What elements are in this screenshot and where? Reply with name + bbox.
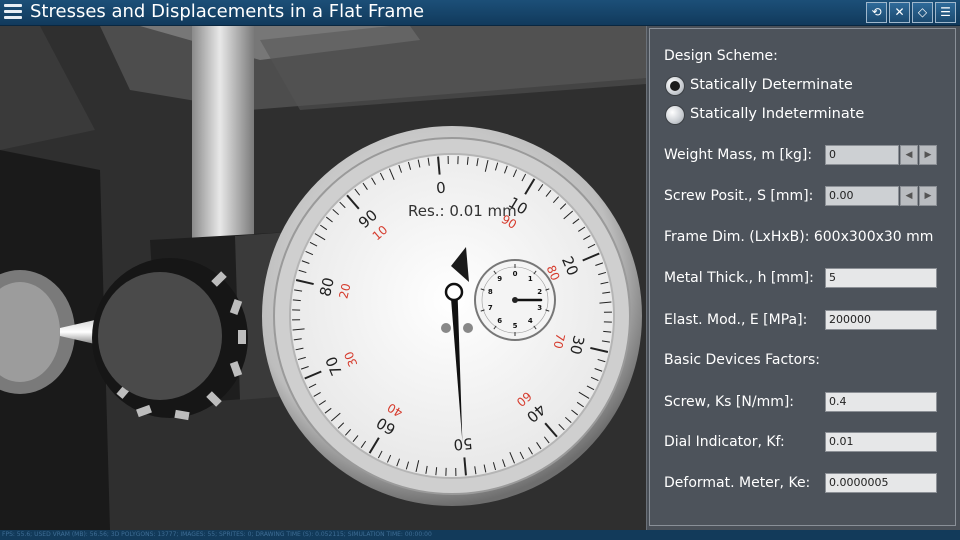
- screw-position-decrease-button[interactable]: ◀: [900, 186, 918, 206]
- dial-number-label: 3: [537, 304, 543, 313]
- radio-statically-indeterminate[interactable]: [666, 106, 684, 124]
- dial-number-label: 6: [497, 317, 503, 326]
- arrow-left-icon: ◀: [905, 150, 913, 160]
- elastic-modulus-label: Elast. Mod., E [MPa]:: [664, 312, 808, 328]
- screw-position-input[interactable]: 0.00: [825, 186, 899, 206]
- dial-number-label: 5: [512, 322, 518, 330]
- screw-factor-label: Screw, Ks [N/mm]:: [664, 394, 795, 410]
- screw-factor-input[interactable]: 0.4: [825, 392, 937, 412]
- list-settings-button[interactable]: ☰: [935, 2, 956, 23]
- metal-thickness-label: Metal Thick., h [mm]:: [664, 270, 814, 286]
- dial-number-label: 1: [527, 274, 533, 283]
- arrow-right-icon: ▶: [924, 150, 932, 160]
- dial-indicator-factor-label: Dial Indicator, Kf:: [664, 434, 785, 450]
- title-bar: Stresses and Displacements in a Flat Fra…: [0, 0, 960, 26]
- dial-number-label: 0: [512, 270, 518, 278]
- erase-icon: ◇: [917, 5, 928, 19]
- sound-mute-icon: ✕: [894, 5, 905, 19]
- radio-statically-determinate[interactable]: [666, 77, 684, 95]
- weight-mass-decrease-button[interactable]: ◀: [900, 145, 918, 165]
- dial-number-label: 7: [487, 304, 493, 313]
- radio-label-statically-indeterminate[interactable]: Statically Indeterminate: [690, 106, 864, 122]
- weight-mass-label: Weight Mass, m [kg]:: [664, 147, 813, 163]
- dial-number-label: 2: [537, 287, 543, 296]
- list-settings-icon: ☰: [940, 5, 951, 19]
- frame-dimensions-label: Frame Dim. (LxHxB): 600x300x30 mm: [664, 229, 934, 245]
- dial-number-label: 9: [497, 274, 503, 283]
- arrow-left-icon: ◀: [905, 191, 913, 201]
- screw-position-increase-button[interactable]: ▶: [919, 186, 937, 206]
- 3d-scene-view[interactable]: 0 10 20 30 40 50 60 70 80 90 10 20 30 40 60 70 80 90 0 1 2 3 4…: [0, 26, 646, 530]
- dial-number-label: 50: [452, 433, 474, 454]
- screw-position-label: Screw Posit., S [mm]:: [664, 188, 814, 204]
- main-needle-hub: [444, 282, 464, 302]
- reset-view-icon: ⟲: [871, 5, 882, 19]
- reset-view-button[interactable]: ⟲: [866, 2, 887, 23]
- status-bar: FPS: 55.6; USED VRAM (MB): 56.56; 3D POL…: [0, 530, 960, 540]
- dial-number-label: 4: [527, 317, 533, 326]
- metal-thickness-input[interactable]: 5: [825, 268, 937, 288]
- app-title: Stresses and Displacements in a Flat Fra…: [30, 1, 425, 22]
- erase-button[interactable]: ◇: [912, 2, 933, 23]
- dial-number-label: 30: [565, 333, 588, 357]
- radio-label-statically-determinate[interactable]: Statically Determinate: [690, 77, 853, 93]
- basic-devices-factors-label: Basic Devices Factors:: [664, 352, 821, 368]
- dial-number-label: 8: [487, 287, 493, 296]
- dial-indicator-factor-input[interactable]: 0.01: [825, 432, 937, 452]
- dial-number-label: 0: [435, 179, 447, 198]
- elastic-modulus-input[interactable]: 200000: [825, 310, 937, 330]
- design-scheme-label: Design Scheme:: [664, 48, 778, 64]
- weight-mass-input[interactable]: 0: [825, 145, 899, 165]
- weight-mass-increase-button[interactable]: ▶: [919, 145, 937, 165]
- dial-resolution-label: Res.: 0.01 mm: [408, 202, 517, 220]
- arrow-right-icon: ▶: [924, 191, 932, 201]
- deformation-meter-factor-input[interactable]: 0.0000005: [825, 473, 937, 493]
- deformation-meter-factor-label: Deformat. Meter, Ke:: [664, 475, 811, 491]
- sound-mute-button[interactable]: ✕: [889, 2, 910, 23]
- hamburger-menu-icon[interactable]: [3, 2, 23, 22]
